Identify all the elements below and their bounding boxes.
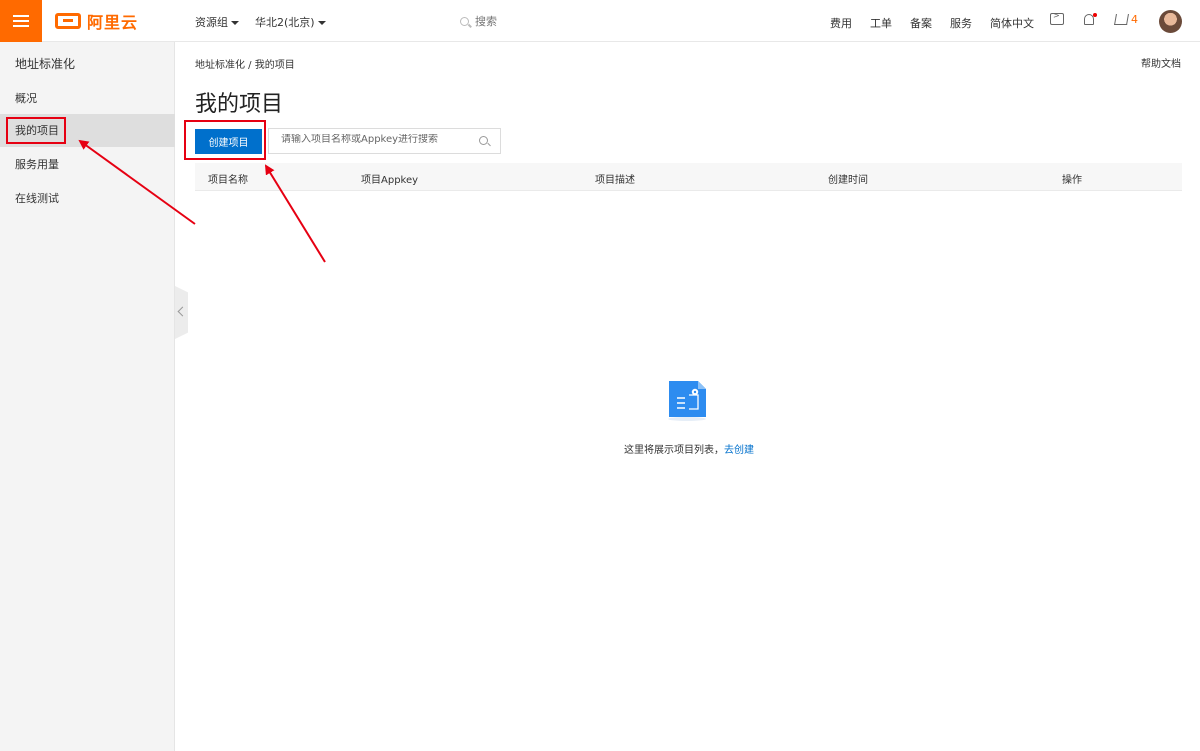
sidebar-item-overview[interactable]: 概况: [0, 82, 175, 115]
column-header-appkey: 项目Appkey: [361, 175, 419, 186]
bell-icon[interactable]: [1083, 13, 1097, 27]
help-docs-link[interactable]: 帮助文档: [1141, 55, 1181, 70]
search-icon: [460, 16, 469, 26]
sidebar-item-my-projects[interactable]: 我的项目: [0, 114, 175, 147]
region-label: 华北2(北京): [255, 16, 315, 29]
caret-down-icon: [317, 21, 326, 25]
logo-text: 阿里云: [87, 13, 139, 32]
logo[interactable]: 阿里云: [55, 10, 138, 32]
global-search-input[interactable]: [475, 14, 625, 28]
sidebar-item-service-usage[interactable]: 服务用量: [0, 148, 175, 181]
empty-state-message: 这里将展示项目列表，去创建: [624, 441, 754, 456]
sidebar-title: 地址标准化: [15, 57, 76, 71]
empty-state-text: 这里将展示项目列表，: [624, 445, 724, 456]
aliyun-logo-icon: [55, 13, 81, 29]
nav-link-tickets[interactable]: 工单: [870, 15, 892, 31]
nav-link-icp[interactable]: 备案: [910, 15, 932, 31]
resource-group-dropdown[interactable]: 资源组: [195, 14, 239, 30]
region-dropdown[interactable]: 华北2(北京): [255, 14, 326, 30]
column-header-name: 项目名称: [208, 175, 248, 186]
create-project-button[interactable]: 创建项目: [195, 129, 262, 154]
project-search: [268, 128, 501, 154]
column-header-description: 项目描述: [595, 175, 635, 186]
menu-button[interactable]: [0, 0, 42, 42]
table-header: 项目名称 项目Appkey 项目描述 创建时间 操作: [195, 163, 1182, 191]
sidebar-item-online-test[interactable]: 在线测试: [0, 182, 175, 215]
nav-link-billing[interactable]: 费用: [830, 15, 852, 31]
notification-dot: [1093, 13, 1097, 17]
page-title: 我的项目: [195, 92, 284, 117]
cart-count: 4: [1131, 13, 1138, 26]
global-search[interactable]: [460, 12, 660, 30]
avatar[interactable]: [1159, 10, 1182, 33]
annotation-arrows: [78, 139, 326, 263]
cart-button[interactable]: 4: [1114, 13, 1138, 26]
hamburger-icon: [13, 15, 29, 27]
go-create-link[interactable]: 去创建: [724, 445, 754, 456]
cart-icon: [1114, 14, 1129, 25]
column-header-actions: 操作: [1062, 175, 1082, 186]
empty-document-icon: [668, 381, 706, 421]
caret-down-icon: [231, 21, 239, 25]
project-search-input[interactable]: [281, 134, 471, 145]
language-switch[interactable]: 简体中文: [990, 15, 1034, 31]
column-header-created-time: 创建时间: [828, 175, 868, 186]
breadcrumb: 地址标准化 / 我的项目: [195, 60, 295, 71]
sidebar: 地址标准化 概况 我的项目 服务用量 在线测试: [0, 42, 175, 751]
nav-link-services[interactable]: 服务: [950, 15, 972, 31]
resource-group-label: 资源组: [195, 16, 228, 29]
terminal-icon[interactable]: [1050, 11, 1064, 25]
search-icon[interactable]: [479, 136, 488, 145]
top-bar: 阿里云 资源组 华北2(北京) 费用 工单 备案 服务 简体中文 4: [0, 0, 1200, 42]
sidebar-collapse-handle[interactable]: [175, 286, 188, 339]
